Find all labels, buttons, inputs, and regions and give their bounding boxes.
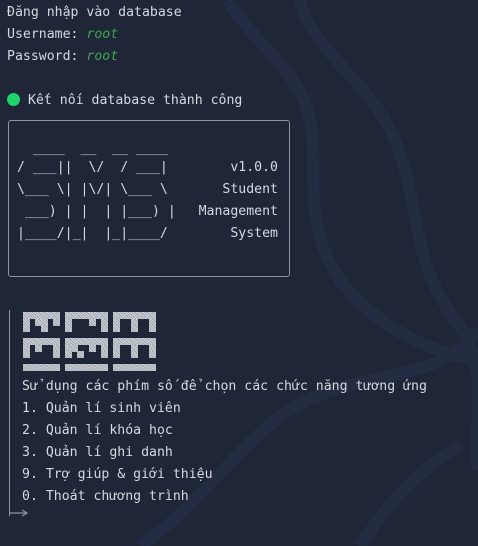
pixel-logo-block [149,364,156,371]
pixel-logo-block [131,351,138,358]
pixel-logo-block [113,351,120,358]
menu-item-help[interactable]: 9. Trợ giúp & giới thiệu [22,464,213,486]
pixel-logo-block [89,318,96,326]
username-value: root [86,27,119,42]
status-dot-icon [7,93,20,106]
pixel-logo-block [113,325,120,332]
menu-prompt-text: Sử dụng các phím số để chọn các chức năn… [22,379,427,394]
prompt-arrow-icon [9,505,29,517]
ascii-line-3: \___ \| |\/| \___ \ [17,182,168,197]
login-title: Đăng nhập vào database [7,5,182,20]
ascii-line-2: / ___|| \/ / ___| [17,160,168,175]
pixel-logo-block [23,351,30,358]
pixel-logo-block [101,351,108,358]
pixel-logo-block [65,325,72,332]
pixel-logo-block [23,325,30,332]
pixel-logo-block [77,351,84,358]
subtitle-line-2: Management [198,204,278,219]
password-value: root [86,49,119,64]
ascii-line-5: |____/|_| |_|____/ [17,226,168,241]
pixel-logo-block [53,351,60,358]
version-label: v1.0.0 [230,160,278,175]
pixel-logo-block [35,344,42,352]
password-row: Password: root [7,46,118,68]
username-row: Username: root [7,24,118,46]
subtitle-line-3: System [230,226,278,241]
pixel-logo-block [53,364,60,371]
pixel-logo-block [149,351,156,358]
terminal-window[interactable]: Đăng nhập vào database Username: root Pa… [0,0,478,546]
menu-item-course[interactable]: 2. Quản lí khóa học [22,420,173,442]
banner-box: ____ __ __ ____ / ___|| \/ / ___| \___ \… [8,120,290,277]
menu-border [9,310,10,516]
password-label: Password: [7,49,79,64]
menu-item-student[interactable]: 1. Quản lí sinh viên [22,398,181,420]
pixel-logo-block [101,325,108,332]
pixel-logo-block [149,325,156,332]
subtitle-line-1: Student [222,182,278,197]
connection-status-text: Kết nối database thành công [28,93,243,108]
ascii-line-4: ___) | | | |___) | [17,204,176,219]
pixel-logo-block [131,325,138,332]
pixel-logo-block [65,351,72,358]
connection-status: Kết nối database thành công [7,90,242,112]
pixel-logo-block [41,325,48,332]
pixel-logo-block [89,344,96,352]
menu-item-enrollment[interactable]: 3. Quản lí ghi danh [22,442,173,464]
pixel-logo-block [53,318,60,326]
username-label: Username: [7,27,79,42]
pixel-logo-block [101,364,108,371]
menu-item-exit[interactable]: 0. Thoát chương trình [22,486,189,508]
